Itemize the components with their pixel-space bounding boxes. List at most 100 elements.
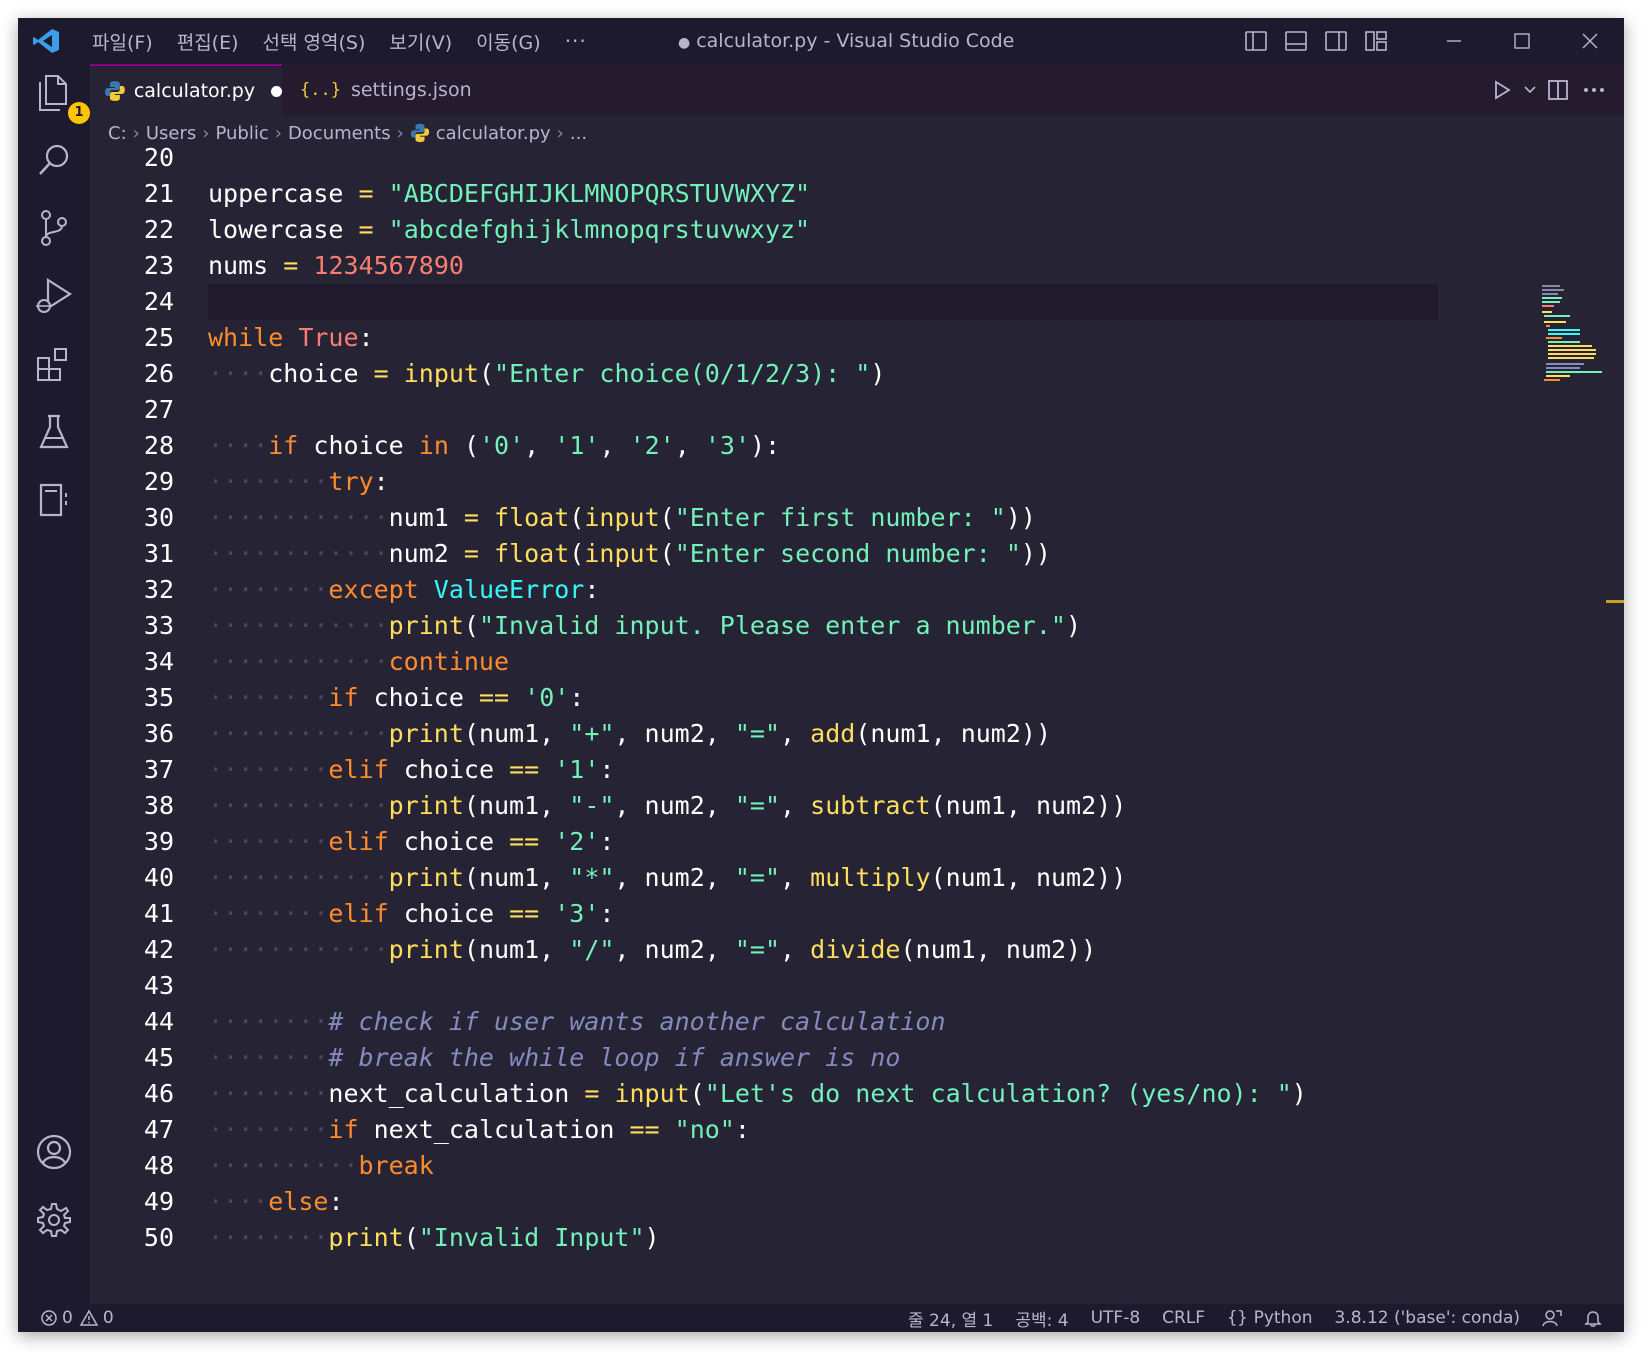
code-text[interactable]: ········# check if user wants another ca…: [208, 1004, 946, 1040]
code-text[interactable]: ········next_calculation = input("Let's …: [208, 1076, 1307, 1112]
accounts-icon[interactable]: [32, 1130, 76, 1174]
code-text[interactable]: ····else:: [208, 1184, 344, 1220]
code-line[interactable]: 24: [90, 284, 1550, 320]
code-line[interactable]: 22 lowercase = "abcdefghijklmnopqrstuvwxy…: [90, 212, 1550, 248]
search-icon[interactable]: [32, 138, 76, 182]
python-interpreter[interactable]: 3.8.12 ('base': conda): [1335, 1308, 1520, 1328]
code-line[interactable]: 37 ········elif choice == '1':: [90, 752, 1550, 788]
code-text[interactable]: ············print(num1, "+", num2, "=", …: [208, 716, 1051, 752]
code-line[interactable]: 39 ········elif choice == '2':: [90, 824, 1550, 860]
code-editor[interactable]: 20 21 uppercase = "ABCDEFGHIJKLMNOPQRSTUVW…: [90, 144, 1624, 1250]
code-text[interactable]: ········print("Invalid Input"): [208, 1220, 660, 1250]
notifications-bell-icon[interactable]: [1584, 1309, 1602, 1327]
problems-indicator[interactable]: 0 0: [40, 1304, 114, 1332]
breadcrumb-item[interactable]: Users: [146, 123, 196, 144]
code-text[interactable]: ············print(num1, "/", num2, "=", …: [208, 932, 1096, 968]
breadcrumb-item[interactable]: Documents: [288, 123, 391, 144]
code-text[interactable]: ············print("Invalid input. Please…: [208, 608, 1081, 644]
code-line[interactable]: 35 ········if choice == '0':: [90, 680, 1550, 716]
tab-settings-json[interactable]: {..} settings.json: [290, 64, 480, 116]
cursor-position[interactable]: 줄 24, 열 1: [908, 1306, 993, 1331]
menu-file[interactable]: 파일(F): [80, 28, 165, 55]
source-control-icon[interactable]: [32, 206, 76, 250]
code-text[interactable]: ····if choice in ('0', '1', '2', '3'):: [208, 428, 780, 464]
code-line[interactable]: 27: [90, 392, 1550, 428]
code-line[interactable]: 50 ········print("Invalid Input"): [90, 1220, 1550, 1250]
code-line[interactable]: 34 ············continue: [90, 644, 1550, 680]
code-text[interactable]: ····choice = input("Enter choice(0/1/2/3…: [208, 356, 885, 392]
toggle-primary-sidebar-icon[interactable]: [1236, 18, 1276, 64]
code-line[interactable]: 38 ············print(num1, "-", num2, "="…: [90, 788, 1550, 824]
code-line[interactable]: 45 ········# break the while loop if answ…: [90, 1040, 1550, 1076]
breadcrumb-item[interactable]: Public: [215, 123, 268, 144]
code-text[interactable]: ············print(num1, "-", num2, "=", …: [208, 788, 1126, 824]
code-line[interactable]: 32 ········except ValueError:: [90, 572, 1550, 608]
code-text[interactable]: ········if choice == '0':: [208, 680, 584, 716]
code-line[interactable]: 43: [90, 968, 1550, 1004]
code-line[interactable]: 41 ········elif choice == '3':: [90, 896, 1550, 932]
testing-flask-icon[interactable]: [32, 410, 76, 454]
code-line[interactable]: 33 ············print("Invalid input. Plea…: [90, 608, 1550, 644]
code-line[interactable]: 36 ············print(num1, "+", num2, "="…: [90, 716, 1550, 752]
end-of-line[interactable]: CRLF: [1162, 1308, 1205, 1328]
split-editor-icon[interactable]: [1540, 64, 1576, 116]
close-window-icon[interactable]: [1556, 18, 1624, 64]
menu-edit[interactable]: 편집(E): [165, 28, 251, 55]
code-line[interactable]: 42 ············print(num1, "/", num2, "="…: [90, 932, 1550, 968]
indentation[interactable]: 공백: 4: [1015, 1306, 1068, 1331]
code-text[interactable]: ········# break the while loop if answer…: [208, 1040, 900, 1076]
code-text[interactable]: ········try:: [208, 464, 389, 500]
code-text[interactable]: ············continue: [208, 644, 509, 680]
feedback-icon[interactable]: [1542, 1309, 1562, 1327]
code-line[interactable]: 23 nums = 1234567890: [90, 248, 1550, 284]
code-text[interactable]: ········elif choice == '3':: [208, 896, 614, 932]
code-line[interactable]: 44 ········# check if user wants another …: [90, 1004, 1550, 1040]
chevron-down-icon[interactable]: [1520, 64, 1540, 116]
more-actions-icon[interactable]: [1576, 64, 1612, 116]
menu-more-icon[interactable]: ···: [553, 29, 599, 53]
code-line[interactable]: 40 ············print(num1, "*", num2, "="…: [90, 860, 1550, 896]
run-debug-icon[interactable]: [32, 274, 76, 318]
breadcrumb-item[interactable]: ...: [570, 123, 587, 144]
code-text[interactable]: ············num1 = float(input("Enter fi…: [208, 500, 1036, 536]
code-line[interactable]: 29 ········try:: [90, 464, 1550, 500]
code-text[interactable]: ············print(num1, "*", num2, "=", …: [208, 860, 1126, 896]
customize-layout-icon[interactable]: [1356, 18, 1396, 64]
code-line[interactable]: 31 ············num2 = float(input("Enter …: [90, 536, 1550, 572]
code-line[interactable]: 20: [90, 144, 1550, 176]
code-text[interactable]: lowercase = "abcdefghijklmnopqrstuvwxyz": [208, 212, 810, 248]
code-line[interactable]: 49 ····else:: [90, 1184, 1550, 1220]
code-text[interactable]: ··········break: [208, 1148, 434, 1184]
run-python-file-icon[interactable]: [1484, 64, 1520, 116]
code-line[interactable]: 25 while True:: [90, 320, 1550, 356]
menu-go[interactable]: 이동(G): [464, 28, 553, 55]
code-line[interactable]: 47 ········if next_calculation == "no":: [90, 1112, 1550, 1148]
menu-view[interactable]: 보기(V): [377, 28, 464, 55]
code-line[interactable]: 46 ········next_calculation = input("Let'…: [90, 1076, 1550, 1112]
code-line[interactable]: 48 ··········break: [90, 1148, 1550, 1184]
code-line[interactable]: 21 uppercase = "ABCDEFGHIJKLMNOPQRSTUVWXY…: [90, 176, 1550, 212]
breadcrumb-item[interactable]: C:: [108, 123, 127, 144]
code-text[interactable]: ········elif choice == '2':: [208, 824, 614, 860]
code-text[interactable]: ········except ValueError:: [208, 572, 599, 608]
code-line[interactable]: 30 ············num1 = float(input("Enter …: [90, 500, 1550, 536]
maximize-icon[interactable]: [1488, 18, 1556, 64]
code-text[interactable]: while True:: [208, 320, 374, 356]
explorer-icon[interactable]: 1: [32, 70, 90, 124]
encoding[interactable]: UTF-8: [1091, 1308, 1141, 1328]
remote-explorer-icon[interactable]: [32, 478, 76, 522]
code-text[interactable]: nums = 1234567890: [208, 248, 464, 284]
breadcrumb-item[interactable]: calculator.py: [436, 123, 551, 144]
code-text[interactable]: ············num2 = float(input("Enter se…: [208, 536, 1051, 572]
minimap[interactable]: [1540, 284, 1610, 384]
settings-gear-icon[interactable]: [32, 1198, 76, 1242]
minimize-icon[interactable]: [1420, 18, 1488, 64]
toggle-panel-icon[interactable]: [1276, 18, 1316, 64]
unsaved-dot-icon[interactable]: [271, 85, 282, 97]
code-text[interactable]: ········elif choice == '1':: [208, 752, 614, 788]
code-line[interactable]: 26 ····choice = input("Enter choice(0/1/2…: [90, 356, 1550, 392]
language-mode[interactable]: {} Python: [1227, 1308, 1312, 1328]
code-line[interactable]: 28 ····if choice in ('0', '1', '2', '3'):: [90, 428, 1550, 464]
tab-calculator-py[interactable]: calculator.py: [90, 64, 282, 116]
toggle-secondary-sidebar-icon[interactable]: [1316, 18, 1356, 64]
